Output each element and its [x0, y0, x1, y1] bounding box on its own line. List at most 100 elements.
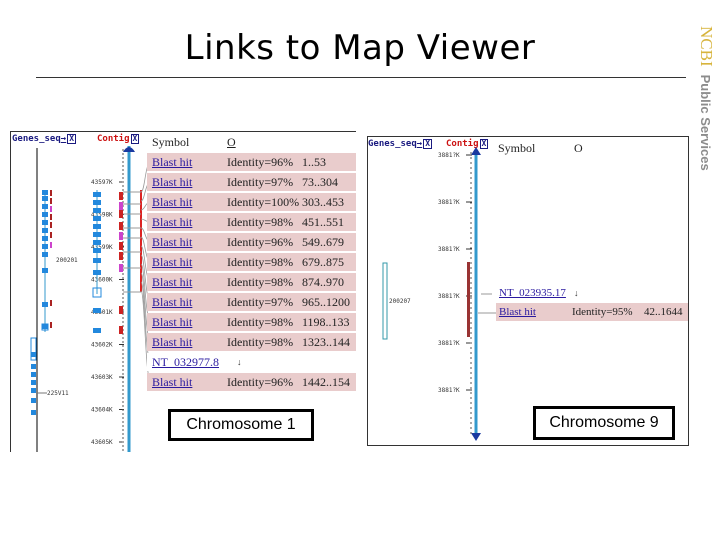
identity-value: Identity=96% — [227, 235, 294, 249]
identity-value: Identity=97% — [227, 175, 294, 189]
o-column-header[interactable]: O — [574, 141, 583, 156]
gene-label[interactable]: 200201 — [56, 257, 78, 264]
blast-hit-link[interactable]: Blast hit — [152, 273, 192, 291]
contig-accession-link[interactable]: NT_023935.17 — [499, 284, 566, 302]
ruler-tick-label: 43604K — [91, 407, 113, 414]
blast-hit-link[interactable]: Blast hit — [152, 193, 192, 211]
alignment-range: 303..453 — [302, 195, 344, 209]
blast-hit-link[interactable]: Blast hit — [152, 233, 192, 251]
gene-hit-mark — [50, 242, 52, 248]
blast-hit-row: Blast hit Identity=98% 679..875 — [147, 253, 356, 271]
blast-hit-link[interactable]: Blast hit — [152, 333, 192, 351]
scroll-up-icon — [123, 147, 135, 152]
contig-row: NT_032977.8 ↓ — [147, 353, 356, 371]
blast-hit-link[interactable]: Blast hit — [152, 173, 192, 191]
contig-hit-mark — [119, 326, 123, 334]
ruler-tick-label: 3881?K — [438, 340, 460, 347]
contig-hit-mark — [119, 242, 123, 250]
identity-value: Identity=100% — [227, 195, 300, 209]
gene-exon — [31, 388, 36, 393]
blast-hit-row: Blast hit Identity=97% 73..304 — [147, 173, 356, 191]
alignment-range: 73..304 — [302, 175, 338, 189]
identity-value: Identity=96% — [227, 375, 294, 389]
blast-hit-link[interactable]: Blast hit — [152, 253, 192, 271]
gene-exon — [31, 352, 36, 357]
contig-hit-mark — [119, 210, 123, 218]
brand-sidebar: NCBI Public Services — [690, 26, 720, 186]
gene-exon — [93, 248, 101, 253]
alignment-range: 874..970 — [302, 275, 344, 289]
blast-hit-link[interactable]: Blast hit — [152, 153, 192, 171]
chromosome-1-caption: Chromosome 1 — [168, 409, 314, 441]
contig-hit-mark — [119, 264, 123, 272]
gene-hit-mark — [50, 198, 52, 204]
blast-hit-row: Blast hit Identity=98% 1198..133 — [147, 313, 356, 331]
ruler-tick-label: 43600K — [91, 277, 113, 284]
gene-label[interactable]: 200207 — [389, 298, 411, 305]
gene-exon — [93, 240, 101, 245]
scroll-up-icon — [471, 147, 481, 155]
gene-exon — [42, 324, 48, 329]
ruler-tick-label: 3881?K — [438, 293, 460, 300]
contig-hit-mark — [119, 202, 123, 210]
symbol-column-header: Symbol — [152, 135, 190, 149]
identity-value: Identity=98% — [227, 255, 294, 269]
gene-hit-mark — [50, 232, 52, 238]
gene-label[interactable]: 225V11 — [47, 390, 69, 397]
contig-hit-mark — [119, 306, 123, 314]
blast-hit-link[interactable]: Blast hit — [499, 303, 536, 321]
blast-hit-row: Blast hit Identity=100% 303..453 — [147, 193, 356, 211]
blast-hit-link[interactable]: Blast hit — [152, 313, 192, 331]
alignment-range: 965..1200 — [302, 295, 350, 309]
gene-hit-mark — [50, 206, 52, 212]
gene-exon — [31, 410, 36, 415]
alignment-range: 1198..133 — [302, 315, 350, 329]
ruler-tick-label: 3881?K — [438, 387, 460, 394]
gene-exon — [42, 204, 48, 209]
blast-hit-link[interactable]: Blast hit — [152, 293, 192, 311]
identity-value: Identity=96% — [227, 155, 294, 169]
blast-hit-link[interactable]: Blast hit — [152, 373, 192, 391]
arrow-down-icon[interactable]: ↓ — [237, 353, 242, 371]
gene-exon — [42, 196, 48, 201]
ruler-tick-label: 3881?K — [438, 199, 460, 206]
contig-hit-mark — [119, 252, 123, 260]
gene-hit-mark — [50, 222, 52, 228]
brand-subtitle: Public Services — [698, 74, 713, 171]
gene-exon — [93, 258, 101, 263]
o-column-header[interactable]: O — [227, 135, 236, 150]
gene-exon — [93, 224, 101, 229]
alignment-range: 549..679 — [302, 235, 344, 249]
identity-value: Identity=98% — [227, 275, 294, 289]
gene-exon — [93, 232, 101, 237]
blast-hit-row: Blast hit Identity=98% 451..551 — [147, 213, 356, 231]
gene-exon — [31, 380, 36, 385]
slide-title: Links to Map Viewer — [184, 28, 536, 68]
ruler-tick-label: 3881?K — [438, 246, 460, 253]
gene-exon — [42, 302, 48, 307]
identity-value: Identity=97% — [227, 295, 294, 309]
alignment-range: 1323..144 — [302, 335, 350, 349]
alignment-range: 679..875 — [302, 255, 344, 269]
blast-hit-link[interactable]: Blast hit — [152, 213, 192, 231]
gene-exon — [42, 252, 48, 257]
gene-exon — [93, 270, 101, 275]
contig-accession-link[interactable]: NT_032977.8 — [152, 353, 219, 371]
gene-exon — [31, 372, 36, 377]
gene-exon — [42, 244, 48, 249]
map-viewer-panel-chromosome-1: Genes_seq→ X Contig X Symbol O 43597K 43598… — [10, 131, 356, 452]
gene-hit-mark — [50, 322, 52, 328]
arrow-down-icon[interactable]: ↓ — [574, 284, 579, 302]
gene-outline — [382, 262, 388, 340]
chromosome-9-caption: Chromosome 9 — [533, 406, 675, 440]
blast-hit-row: Blast hit Identity=97% 965..1200 — [147, 293, 356, 311]
alignment-bar — [467, 262, 470, 337]
blast-hit-row: Blast hit Identity=96% 1442..154 — [147, 373, 356, 391]
identity-value: Identity=98% — [227, 215, 294, 229]
blast-hit-row: Blast hit Identity=98% 1323..144 — [147, 333, 356, 351]
chromosome-9-map-graphic: 3881?K 3881?K 3881?K 3881?K 3881?K 3881?K 2002… — [382, 147, 496, 441]
alignment-range: 42..1644 — [644, 306, 683, 318]
identity-value: Identity=95% — [572, 306, 633, 318]
gene-exon — [42, 220, 48, 225]
gene-exon — [42, 228, 48, 233]
